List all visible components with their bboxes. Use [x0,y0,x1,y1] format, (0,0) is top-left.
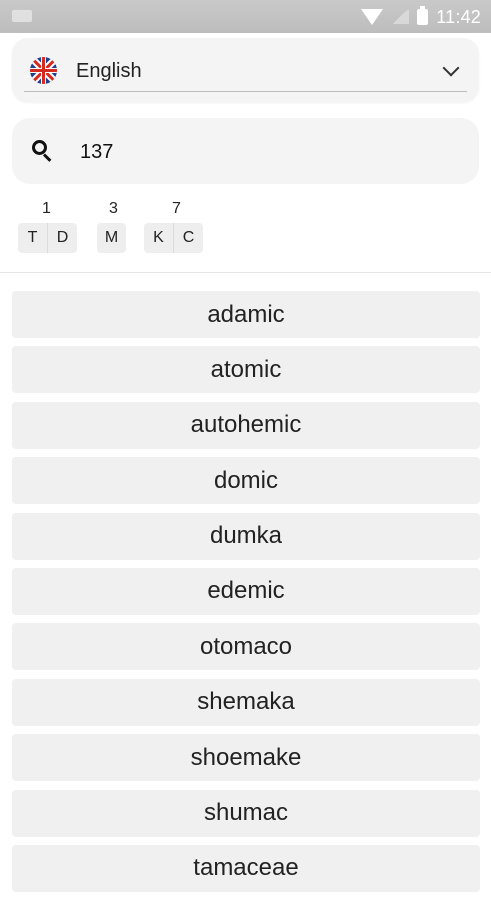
letter-set: T D [18,223,77,253]
letter-chip[interactable]: C [173,223,203,253]
keyboard-icon [12,10,32,22]
letter-set: K C [144,223,203,253]
result-item[interactable]: atomic [12,346,480,394]
letter-chip[interactable]: M [97,223,126,253]
uk-flag-icon [30,57,57,84]
battery-icon [417,6,429,25]
search-input[interactable] [78,137,462,167]
language-label: English [76,60,142,82]
language-selector[interactable]: English [12,38,479,102]
result-item[interactable]: shumac [12,789,480,837]
results-list: adamic atomic autohemic domic dumka edem… [12,291,480,900]
result-item[interactable]: dumka [12,512,480,560]
letter-set: M [97,223,126,253]
digit-label: 7 [172,200,181,217]
search-icon [32,140,52,162]
result-item[interactable]: tamaceae [12,844,480,892]
result-item[interactable]: shoemake [12,734,480,782]
result-item[interactable]: otomaco [12,623,480,671]
language-underline [24,91,467,92]
wifi-icon [361,9,384,25]
letter-chip[interactable]: K [144,223,173,253]
section-divider [0,272,491,273]
result-item[interactable]: edemic [12,567,480,615]
digit-label: 3 [109,200,118,217]
status-bar: 11:42 [0,0,491,33]
result-item[interactable]: autohemic [12,401,480,449]
signal-icon [391,10,410,24]
status-icons: 11:42 [361,6,481,28]
status-time: 11:42 [436,6,481,27]
digit-label: 1 [42,200,51,217]
search-box[interactable] [12,118,479,184]
letter-chip[interactable]: D [47,223,77,253]
chevron-down-icon[interactable] [442,59,460,77]
result-item[interactable]: adamic [12,291,480,338]
letter-chip[interactable]: T [18,223,47,253]
result-item[interactable]: domic [12,457,480,505]
result-item[interactable]: shemaka [12,678,480,726]
